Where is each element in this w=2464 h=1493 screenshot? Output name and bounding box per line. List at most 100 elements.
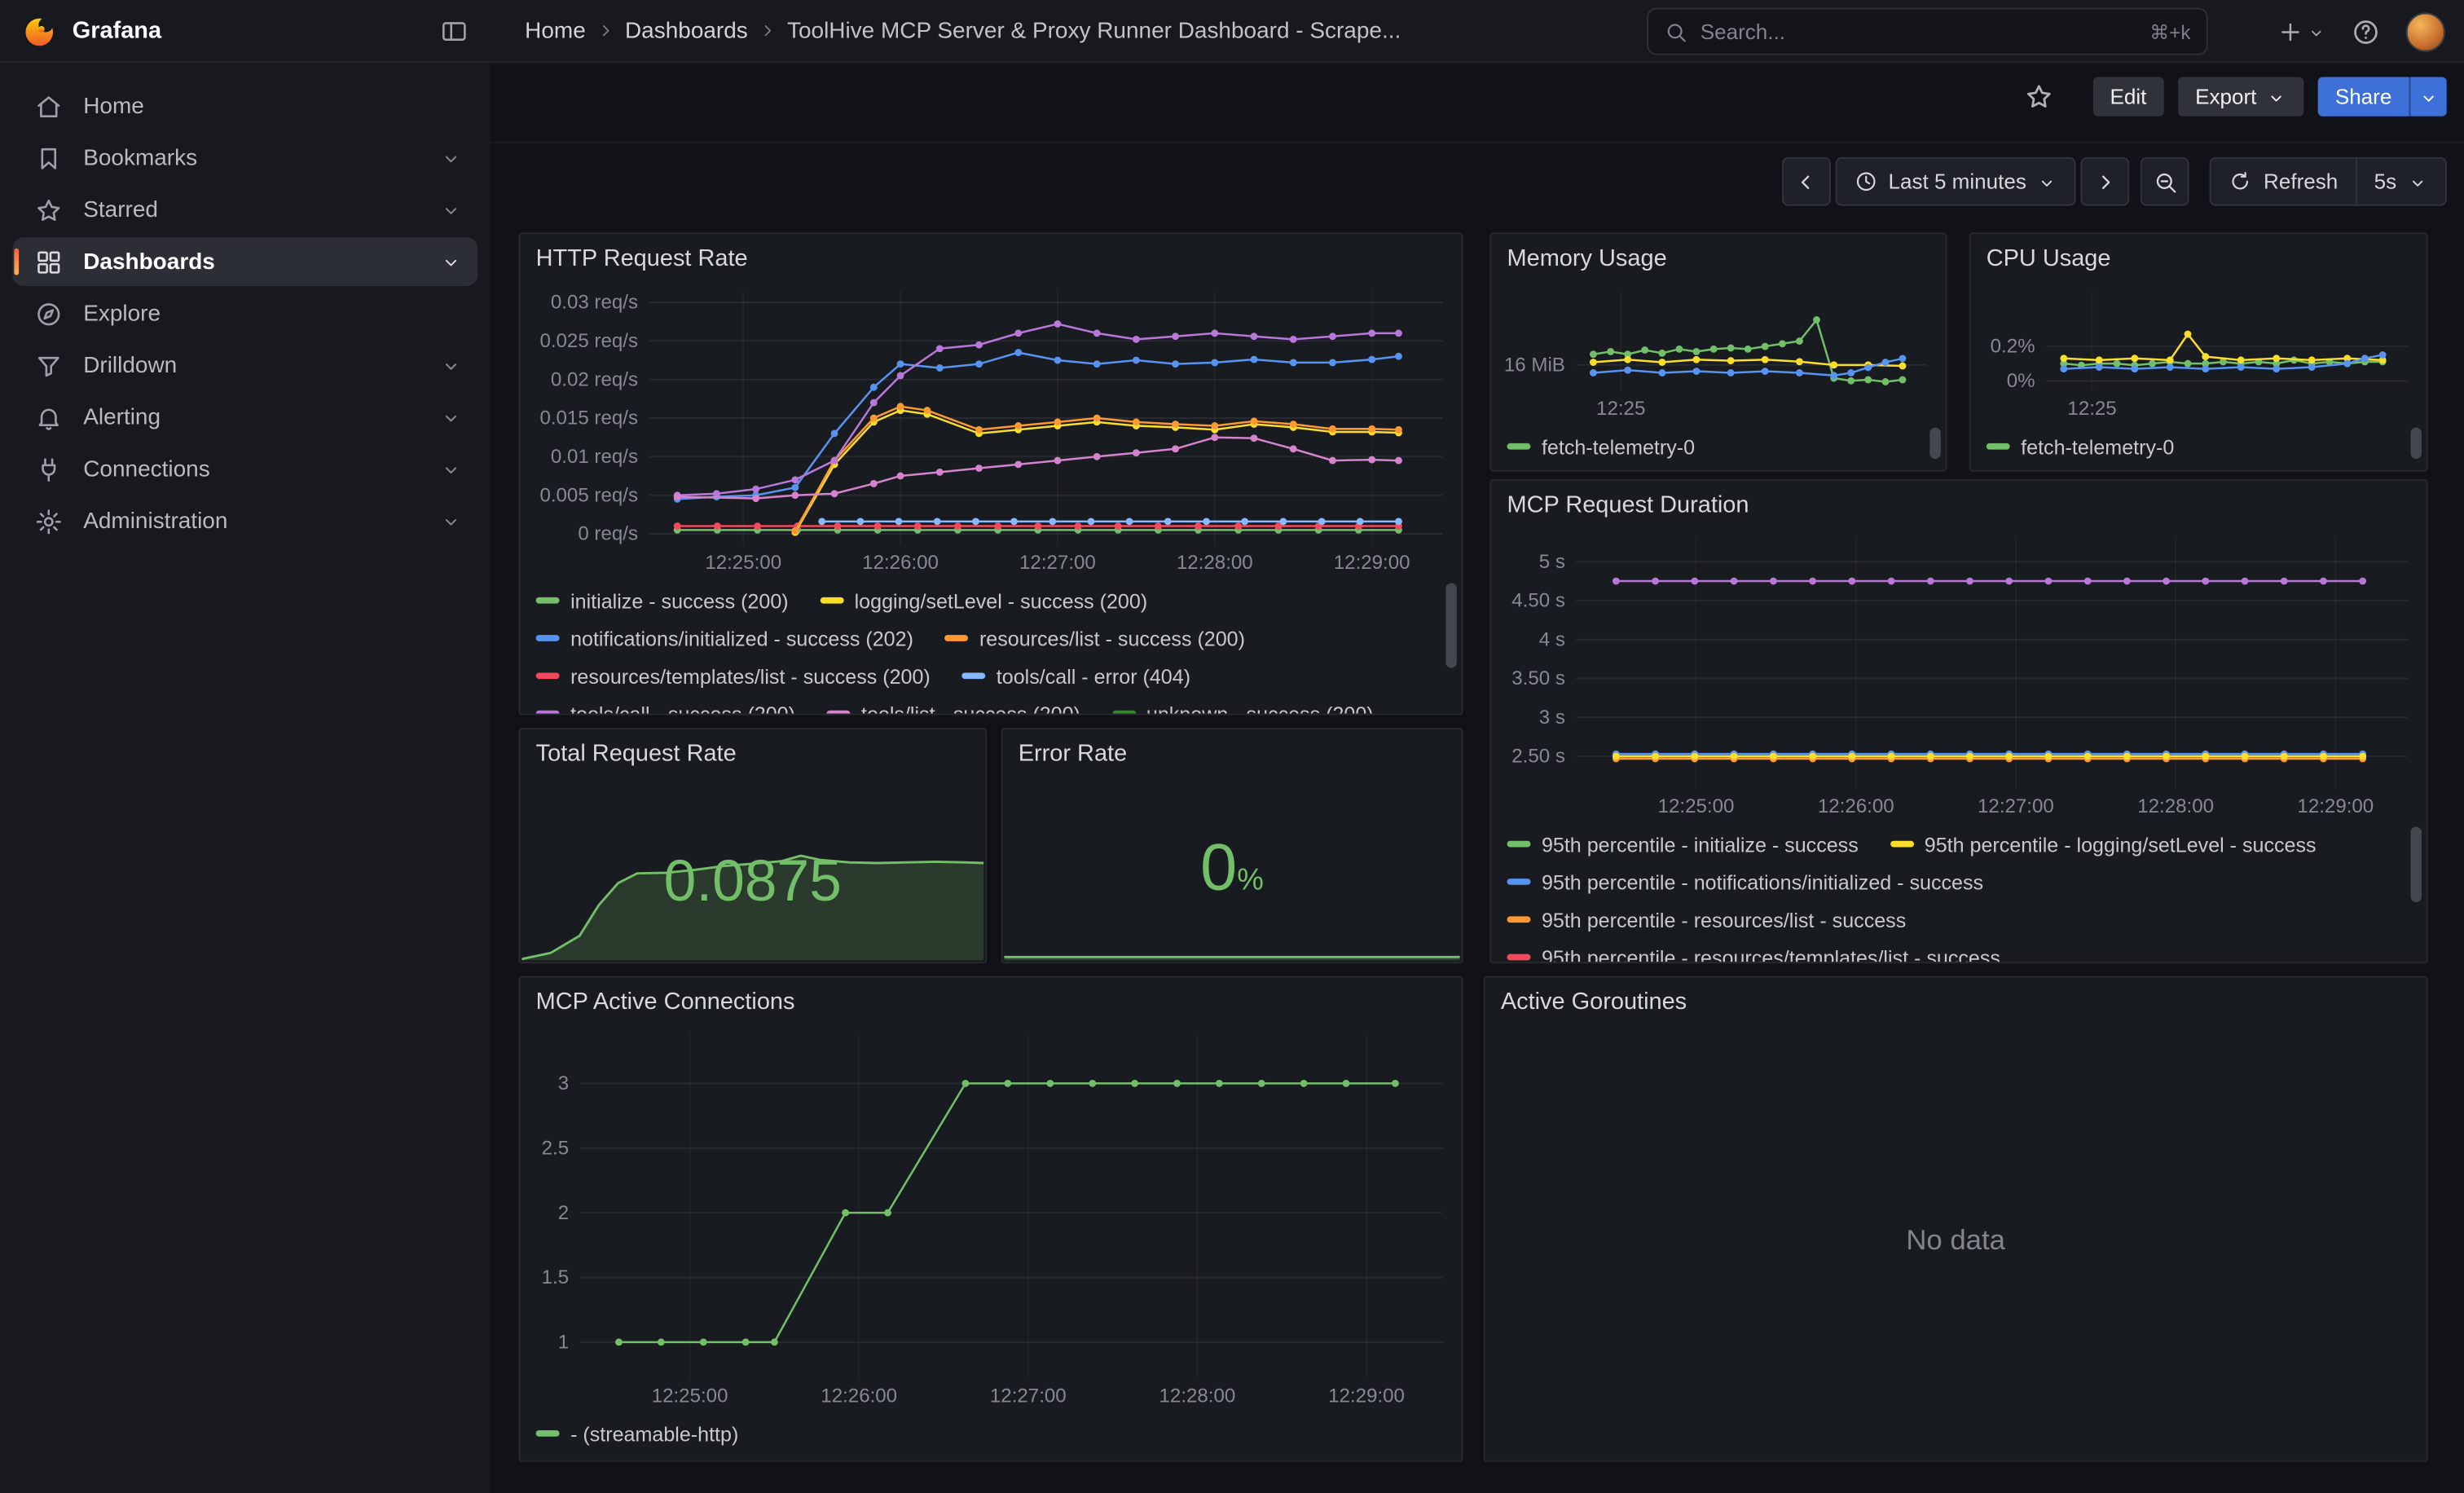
legend-item[interactable]: tools/call - error (404): [961, 664, 1190, 688]
legend-label: 95th percentile - initialize - success: [1542, 832, 1859, 856]
new-menu-button[interactable]: [2277, 17, 2326, 45]
export-button[interactable]: Export: [2178, 77, 2303, 117]
sidebar-item-connections[interactable]: Connections: [12, 445, 477, 494]
panel-cpu-usage: CPU Usage 0.2%0%12:25 fetch-telemetry-0: [1969, 232, 2428, 471]
panel-title[interactable]: HTTP Request Rate: [520, 234, 1461, 278]
user-avatar[interactable]: [2406, 11, 2445, 51]
dock-sidebar-toggle[interactable]: [440, 16, 469, 45]
svg-text:4 s: 4 s: [1539, 628, 1565, 650]
legend-item[interactable]: 95th percentile - notifications/initiali…: [1507, 870, 1984, 893]
sidebar-item-label: Starred: [83, 197, 158, 222]
svg-text:12:27:00: 12:27:00: [1978, 795, 2054, 817]
sidebar-item-label: Dashboards: [83, 249, 215, 275]
legend-label: resources/list - success (200): [979, 627, 1245, 650]
panel-title[interactable]: MCP Request Duration: [1491, 481, 2427, 525]
breadcrumb-dashboards[interactable]: Dashboards: [625, 18, 748, 43]
memory-usage-chart[interactable]: 16 MiB12:25: [1498, 278, 1939, 422]
chart-canvas: 16 MiB12:25: [1498, 278, 1939, 422]
svg-text:0.03 req/s: 0.03 req/s: [551, 292, 638, 314]
mcp-request-duration-chart[interactable]: 2.50 s3 s3.50 s4 s4.50 s5 s12:25:0012:26…: [1498, 525, 2420, 821]
legend-item[interactable]: 95th percentile - resources/list - succe…: [1507, 908, 1907, 931]
legend-item[interactable]: tools/list - success (200): [827, 702, 1080, 713]
legend-item[interactable]: unknown - success (200): [1111, 702, 1373, 713]
cpu-usage-chart[interactable]: 0.2%0%12:25: [1977, 278, 2420, 422]
panel-memory-usage: Memory Usage 16 MiB12:25 fetch-telemetry…: [1489, 232, 1947, 471]
chart-canvas: 0.2%0%12:25: [1977, 278, 2420, 422]
sidebar-item-dashboards[interactable]: Dashboards: [12, 237, 477, 286]
duration-legend: 95th percentile - initialize - success 95…: [1491, 821, 2427, 962]
refresh-interval-dropdown[interactable]: 5s: [2355, 157, 2446, 206]
sidebar-item-label: Home: [83, 94, 144, 119]
legend-item[interactable]: tools/call - success (200): [536, 702, 795, 713]
favorite-star-icon[interactable]: [2023, 81, 2053, 112]
legend-scrollbar[interactable]: [1445, 584, 1457, 668]
panel-title[interactable]: CPU Usage: [1970, 234, 2426, 278]
legend-item[interactable]: fetch-telemetry-0: [1987, 434, 2175, 458]
sidebar-item-administration[interactable]: Administration: [12, 496, 477, 545]
legend-swatch-icon: [1890, 841, 1913, 848]
legend-item[interactable]: resources/list - success (200): [945, 627, 1245, 650]
sidebar-item-drilldown[interactable]: Drilldown: [12, 341, 477, 390]
refresh-button[interactable]: Refresh: [2210, 157, 2356, 206]
stat-number: 0: [1200, 830, 1237, 904]
share-button[interactable]: Share: [2318, 77, 2409, 117]
breadcrumb-home[interactable]: Home: [525, 18, 586, 43]
http-request-rate-chart[interactable]: 0 req/s0.005 req/s0.01 req/s0.015 req/s0…: [526, 278, 1455, 576]
legend-item[interactable]: 95th percentile - logging/setLevel - suc…: [1890, 832, 2316, 856]
time-range-picker[interactable]: Last 5 minutes: [1835, 157, 2077, 206]
time-forward-button[interactable]: [2081, 157, 2130, 206]
legend-item[interactable]: notifications/initialized - success (202…: [536, 627, 913, 650]
navbar-right: [2277, 0, 2445, 63]
panel-title[interactable]: MCP Active Connections: [520, 978, 1461, 1022]
sidebar-item-label: Administration: [83, 509, 227, 534]
sidebar-item-bookmarks[interactable]: Bookmarks: [12, 134, 477, 183]
svg-text:2.5: 2.5: [542, 1137, 570, 1159]
sidebar-item-starred[interactable]: Starred: [12, 186, 477, 235]
question-icon: [2351, 16, 2381, 46]
legend-swatch-icon: [1987, 443, 2010, 450]
sidebar-item-alerting[interactable]: Alerting: [12, 393, 477, 442]
legend-item[interactable]: initialize - success (200): [536, 588, 789, 612]
share-button-group: Share: [2318, 77, 2447, 117]
legend-scrollbar[interactable]: [2410, 428, 2422, 460]
legend-swatch-icon: [1507, 916, 1531, 923]
chevron-down-icon[interactable]: [440, 458, 462, 480]
legend-label: fetch-telemetry-0: [2021, 434, 2174, 458]
chevron-down-icon[interactable]: [440, 251, 462, 273]
legend-label: logging/setLevel - success (200): [855, 588, 1148, 612]
sidebar-item-explore[interactable]: Explore: [12, 289, 477, 338]
chevron-down-icon[interactable]: [440, 147, 462, 169]
svg-text:2.50 s: 2.50 s: [1511, 746, 1565, 768]
zoom-out-button[interactable]: [2141, 157, 2190, 206]
panel-title[interactable]: Memory Usage: [1491, 234, 1945, 278]
panel-title[interactable]: Total Request Rate: [520, 729, 985, 773]
legend-item[interactable]: 95th percentile - resources/templates/li…: [1507, 945, 2000, 962]
chevron-down-icon[interactable]: [440, 199, 462, 221]
legend-item[interactable]: resources/templates/list - success (200): [536, 664, 931, 688]
sidebar-item-home[interactable]: Home: [12, 81, 477, 130]
edit-button[interactable]: Edit: [2092, 77, 2163, 117]
chevron-down-icon[interactable]: [440, 355, 462, 377]
panel-title[interactable]: Error Rate: [1002, 729, 1461, 773]
legend-item[interactable]: 95th percentile - initialize - success: [1507, 832, 1859, 856]
share-dropdown-button[interactable]: [2409, 77, 2447, 117]
chevron-down-icon[interactable]: [440, 510, 462, 532]
svg-text:12:28:00: 12:28:00: [2137, 795, 2214, 817]
legend-item[interactable]: - (streamable-http): [536, 1421, 739, 1445]
search-input[interactable]: Search... ⌘+k: [1647, 8, 2208, 55]
home-icon: [34, 92, 63, 121]
sidebar-item-label: Explore: [83, 301, 161, 326]
panel-title[interactable]: Active Goroutines: [1485, 978, 2427, 1022]
legend-item[interactable]: logging/setLevel - success (200): [820, 588, 1147, 612]
time-back-button[interactable]: [1781, 157, 1830, 206]
svg-text:0.015 req/s: 0.015 req/s: [539, 407, 638, 429]
legend-scrollbar[interactable]: [2410, 826, 2422, 902]
legend-scrollbar[interactable]: [1929, 428, 1941, 460]
legend-item[interactable]: fetch-telemetry-0: [1507, 434, 1696, 458]
sidebar-nav-list: Home Bookmarks Starred Dashboards Explore Dri…: [12, 81, 477, 545]
chart-canvas: 11.522.5312:25:0012:26:0012:27:0012:28:0…: [526, 1022, 1455, 1410]
help-button[interactable]: [2351, 16, 2381, 46]
panel-total-request-rate: Total Request Rate 0.0875: [518, 728, 987, 963]
chevron-down-icon[interactable]: [440, 407, 462, 429]
mcp-active-connections-chart[interactable]: 11.522.5312:25:0012:26:0012:27:0012:28:0…: [526, 1022, 1455, 1410]
